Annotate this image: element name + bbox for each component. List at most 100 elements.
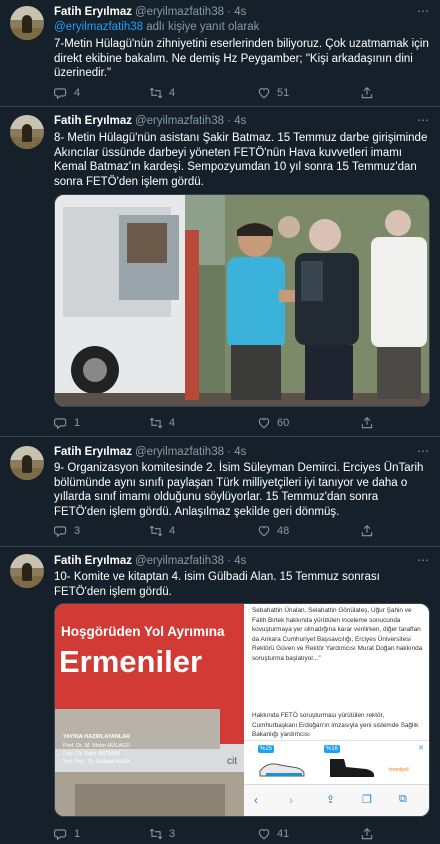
retweet-icon: [149, 417, 163, 429]
tweet-header: Fatih Eryılmaz @eryilmazfatih38 · 4s: [54, 445, 246, 459]
author-name[interactable]: Fatih Eryılmaz: [54, 555, 132, 567]
like-button[interactable]: 41: [257, 826, 289, 842]
like-button[interactable]: 48: [257, 523, 289, 539]
reply-count: 1: [74, 417, 81, 429]
sneaker-image: [259, 763, 305, 777]
like-count: 60: [277, 417, 290, 429]
ad-banner[interactable]: %25 %16 trendyol ✕: [243, 740, 429, 784]
author-handle[interactable]: @eryilmazfatih38 · 4s: [135, 115, 246, 127]
tweet-photos[interactable]: Hoşgörüden Yol Ayrımına Ermeniler YAYINA…: [54, 603, 430, 817]
retweet-icon: [149, 828, 163, 840]
more-icon[interactable]: ⋯: [417, 113, 430, 127]
tweet-text: 10- Komite ve kitaptan 4. isim Gülbadi A…: [54, 571, 380, 598]
ad-badge: %16: [323, 745, 340, 753]
heart-icon: [258, 88, 270, 99]
author-handle[interactable]: @eryilmazfatih38 · 4s: [135, 555, 246, 567]
boot-image: [329, 759, 374, 777]
retweet-icon: [149, 87, 163, 99]
reply-button[interactable]: 1: [54, 415, 80, 431]
browser-toolbar: ‹ › ⇪ ❐ ⧉: [243, 784, 429, 816]
editors-heading: YAYINA HAZIRLAYANLAR: [63, 734, 131, 740]
share-icon: [361, 87, 373, 99]
tweet-photo[interactable]: [54, 194, 430, 407]
reply-context-text: adlı kişiye yanıt olarak: [143, 21, 260, 33]
tweet-actions: 4 4 51: [54, 85, 394, 101]
share-button[interactable]: [360, 415, 374, 431]
share-icon[interactable]: ⇪: [326, 793, 335, 806]
retweet-button[interactable]: 3: [149, 826, 175, 842]
book-icon[interactable]: ❐: [362, 793, 372, 806]
reply-icon: [54, 829, 67, 841]
like-button[interactable]: 51: [257, 85, 289, 101]
tweet-actions: 3 4 48: [54, 523, 394, 539]
retweet-icon: [149, 525, 163, 537]
reply-count: 1: [74, 828, 81, 840]
reply-context: @eryilmazfatih38 adlı kişiye yanıt olara…: [54, 21, 259, 33]
reply-count: 4: [74, 87, 81, 99]
article-paragraph-1: Sebahattin Ünalan, Selahattin Gönülateş,…: [251, 607, 423, 662]
share-button[interactable]: [360, 826, 374, 842]
tweet-header: Fatih Eryılmaz @eryilmazfatih38 · 4s: [54, 5, 246, 19]
tweet-8[interactable]: Fatih Eryılmaz @eryilmazfatih38 · 4s ⋯ 8-…: [0, 107, 440, 437]
retweet-count: 3: [169, 828, 176, 840]
reply-button[interactable]: 1: [54, 826, 80, 842]
ad-brand: trendyol: [388, 767, 409, 773]
author-name[interactable]: Fatih Eryılmaz: [54, 6, 132, 18]
retweet-count: 4: [169, 525, 176, 537]
retweet-count: 4: [169, 417, 176, 429]
like-button[interactable]: 60: [257, 415, 289, 431]
book-cover-photo[interactable]: Hoşgörüden Yol Ayrımına Ermeniler YAYINA…: [55, 604, 244, 816]
news-article-photo[interactable]: Sebahattin Ünalan, Selahattin Gönülateş,…: [243, 604, 429, 816]
like-count: 51: [277, 87, 290, 99]
reply-icon: [54, 88, 67, 100]
reply-icon: [54, 418, 67, 430]
tweet-9[interactable]: Fatih Eryılmaz @eryilmazfatih38 · 4s ⋯ 9-…: [0, 437, 440, 547]
like-count: 48: [277, 525, 290, 537]
author-handle[interactable]: @eryilmazfatih38 · 4s: [135, 6, 246, 18]
avatar[interactable]: [10, 446, 44, 480]
reply-count: 3: [74, 525, 81, 537]
share-button[interactable]: [360, 523, 374, 539]
reply-mention-link[interactable]: @eryilmazfatih38: [54, 21, 143, 33]
more-icon[interactable]: ⋯: [417, 4, 430, 18]
heart-icon: [258, 418, 270, 429]
author-handle[interactable]: @eryilmazfatih38 · 4s: [135, 446, 246, 458]
reply-button[interactable]: 4: [54, 85, 80, 101]
editor-3: Yrd. Doç. Dr. Gülbadi ALAN: [63, 759, 131, 765]
tweet-actions: 1 3 41: [54, 826, 394, 842]
ad-close-icon[interactable]: ✕: [418, 744, 424, 752]
reply-button[interactable]: 3: [54, 523, 80, 539]
heart-icon: [258, 829, 270, 840]
book-subtitle: Hoşgörüden Yol Ayrımına: [61, 624, 225, 639]
avatar[interactable]: [10, 6, 44, 40]
heart-icon: [258, 526, 270, 537]
forward-icon[interactable]: ›: [289, 793, 293, 807]
reply-icon: [54, 526, 67, 538]
more-icon[interactable]: ⋯: [417, 553, 430, 567]
publisher-fragment: cit: [227, 756, 237, 767]
tweet-text: 9- Organizasyon komitesinde 2. İsim Süle…: [54, 462, 424, 518]
retweet-button[interactable]: 4: [149, 85, 175, 101]
retweet-count: 4: [169, 87, 176, 99]
article-paragraph-2: Hakkında FETÖ soruşturması yürütülen rek…: [251, 712, 419, 739]
author-name[interactable]: Fatih Eryılmaz: [54, 446, 132, 458]
avatar[interactable]: [10, 554, 44, 588]
tweet-header: Fatih Eryılmaz @eryilmazfatih38 · 4s: [54, 554, 246, 568]
tabs-icon[interactable]: ⧉: [399, 793, 407, 806]
share-icon: [361, 525, 373, 537]
more-icon[interactable]: ⋯: [417, 444, 430, 458]
photo-scene: [55, 195, 429, 406]
ad-badge: %25: [257, 745, 274, 753]
tweet-header: Fatih Eryılmaz @eryilmazfatih38 · 4s: [54, 114, 246, 128]
avatar[interactable]: [10, 115, 44, 149]
retweet-button[interactable]: 4: [149, 523, 175, 539]
tweet-text: 8- Metin Hülagü'nün asistanı Şakir Batma…: [54, 132, 428, 188]
retweet-button[interactable]: 4: [149, 415, 175, 431]
author-name[interactable]: Fatih Eryılmaz: [54, 115, 132, 127]
tweet-text: 7-Metin Hülagü'nün zihniyetini eserlerin…: [54, 38, 429, 79]
share-button[interactable]: [360, 85, 374, 101]
editor-2: Doç. Dr. Şakir BATMAZ: [63, 751, 121, 757]
tweet-10[interactable]: Fatih Eryılmaz @eryilmazfatih38 · 4s ⋯ 10…: [0, 547, 440, 844]
tweet-7[interactable]: Fatih Eryılmaz @eryilmazfatih38 · 4s ⋯ @e…: [0, 0, 440, 107]
back-icon[interactable]: ‹: [254, 793, 258, 807]
